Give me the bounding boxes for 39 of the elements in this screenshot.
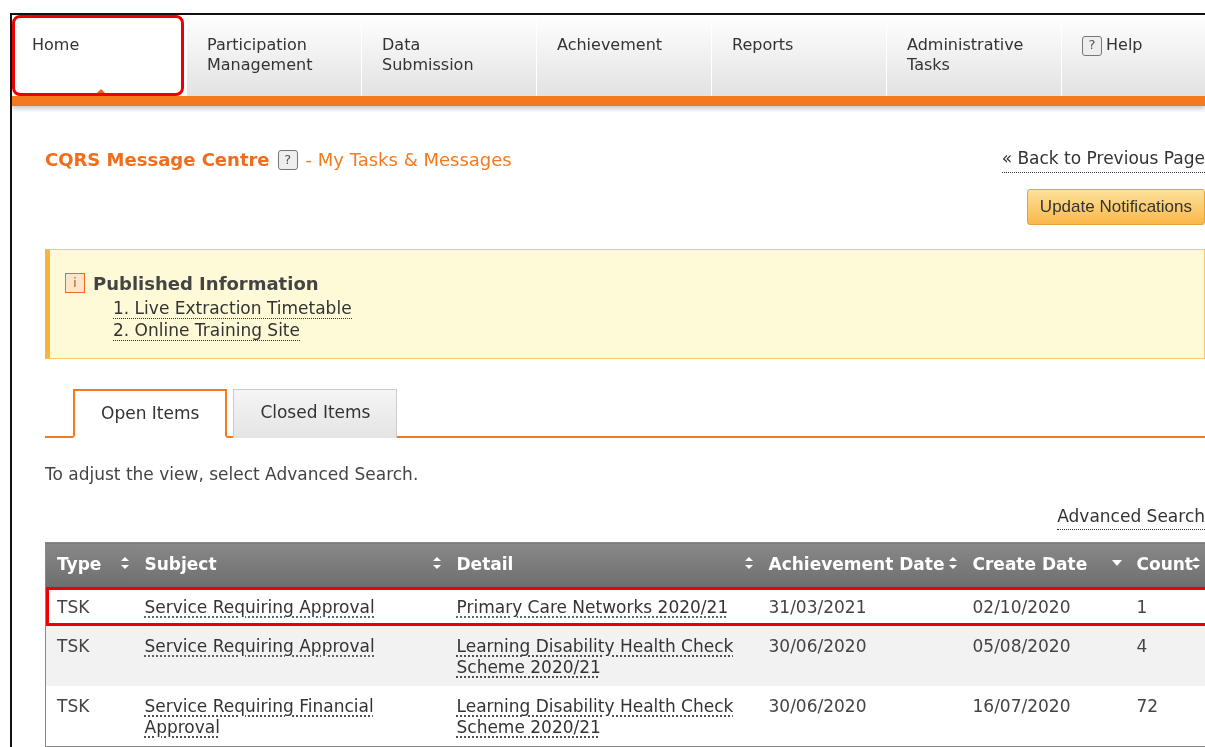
sort-icon[interactable] <box>431 556 442 571</box>
sort-icon[interactable] <box>119 556 130 571</box>
detail-link[interactable]: Learning Disability Health Check Scheme 2020/21 <box>456 695 754 738</box>
tab[interactable]: Open Items <box>73 388 228 439</box>
panel-title: Published Information <box>93 271 319 296</box>
info-link[interactable]: 2. Online Training Site <box>113 319 300 341</box>
sort-icon[interactable] <box>947 556 958 571</box>
advanced-search-link[interactable]: Advanced Search <box>1057 503 1205 531</box>
table-cell: 31/03/2021 <box>757 586 962 626</box>
table-cell: TSK <box>45 586 134 626</box>
info-icon: i <box>65 273 85 293</box>
help-icon[interactable]: ? <box>1082 35 1102 56</box>
back-link[interactable]: « Back to Previous Page <box>1001 146 1205 173</box>
hint-text: To adjust the view, select Advanced Search. <box>45 463 420 487</box>
table-cell: 30/06/2020 <box>757 685 962 747</box>
table-cell: 02/10/2020 <box>961 586 1126 626</box>
detail-link[interactable]: Primary Care Networks 2020/21 <box>456 596 729 618</box>
column-header[interactable]: Subject <box>144 554 217 575</box>
page-title: CQRS Message Centre <box>45 148 270 172</box>
page-subtitle: - My Tasks & Messages <box>305 148 512 172</box>
table-cell: 05/08/2020 <box>961 625 1126 686</box>
column-header[interactable]: Detail <box>456 554 514 575</box>
info-link[interactable]: 1. Live Extraction Timetable <box>113 297 352 319</box>
nav-tab[interactable]: Home <box>12 15 187 96</box>
table-cell: 16/07/2020 <box>961 685 1126 747</box>
table-cell: 1 <box>1125 586 1205 626</box>
sort-icon[interactable] <box>1191 556 1201 571</box>
subject-link[interactable]: Service Requiring Financial Approval <box>144 695 442 738</box>
sort-icon[interactable] <box>743 556 754 571</box>
update-notifications-button[interactable]: Update Notifications <box>1026 189 1205 225</box>
table-cell: 30/06/2020 <box>757 625 962 686</box>
subject-link[interactable]: Service Requiring Approval <box>144 596 375 618</box>
table-cell: TSK <box>45 625 134 686</box>
table-cell: 72 <box>1125 685 1205 747</box>
tab[interactable]: Closed Items <box>233 388 398 439</box>
nav-label: Help <box>1106 35 1143 54</box>
help-icon[interactable]: ? <box>277 149 298 170</box>
table-cell: 4 <box>1125 625 1205 686</box>
table-cell: TSK <box>45 685 134 747</box>
